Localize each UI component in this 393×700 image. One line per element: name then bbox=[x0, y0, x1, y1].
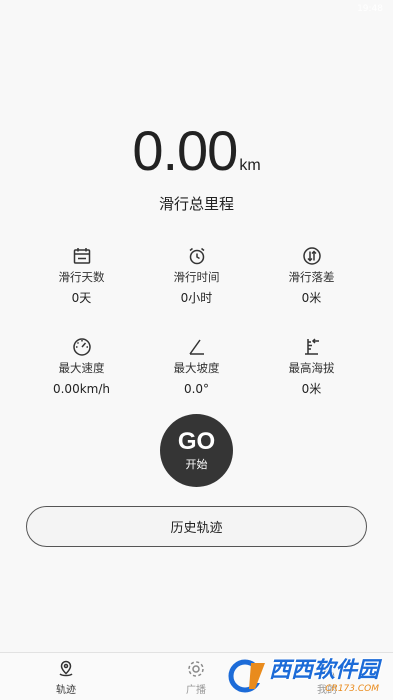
altitude-ruler-icon bbox=[302, 337, 322, 357]
nav-label: 轨迹 bbox=[56, 685, 76, 696]
stat-label: 最高海拔 bbox=[288, 361, 335, 375]
nav-label: 广播 bbox=[186, 685, 206, 696]
stat-value: 0.00km/h bbox=[52, 382, 110, 396]
go-label: GO bbox=[177, 428, 216, 455]
history-track-button[interactable]: 历史轨迹 bbox=[26, 506, 367, 547]
stat-value: 0.0° bbox=[183, 382, 210, 396]
stat-value: 0米 bbox=[301, 382, 322, 396]
nav-item-profile[interactable]: 我的 bbox=[292, 659, 362, 696]
distance-value: 0.00 bbox=[132, 119, 238, 182]
stat-value: 0米 bbox=[301, 291, 322, 305]
stat-value: 0天 bbox=[71, 291, 92, 305]
user-icon bbox=[317, 659, 337, 679]
stat-label: 最大速度 bbox=[58, 361, 105, 375]
stat-ski-days: 滑行天数 0天 bbox=[24, 246, 139, 307]
stat-label: 最大坡度 bbox=[173, 361, 220, 375]
stat-label: 滑行时间 bbox=[173, 270, 220, 284]
gear-icon bbox=[186, 659, 206, 679]
stat-max-speed: 最大速度 0.00km/h bbox=[24, 337, 139, 398]
speedometer-icon bbox=[72, 337, 92, 357]
calendar-icon bbox=[72, 246, 92, 266]
distance-display: 0.00 km bbox=[0, 118, 393, 183]
nav-item-broadcast[interactable]: 广播 bbox=[161, 659, 231, 696]
elevation-drop-icon bbox=[302, 246, 322, 266]
stat-label: 滑行天数 bbox=[58, 270, 105, 284]
stat-ski-time: 滑行时间 0小时 bbox=[139, 246, 254, 307]
track-location-icon bbox=[56, 659, 76, 679]
stat-elevation-drop: 滑行落差 0米 bbox=[254, 246, 369, 307]
distance-label: 滑行总里程 bbox=[158, 195, 234, 213]
status-time: 19:48 bbox=[357, 4, 383, 14]
alarm-clock-icon bbox=[187, 246, 207, 266]
stat-value: 0小时 bbox=[180, 291, 213, 305]
stat-label: 滑行落差 bbox=[288, 270, 335, 284]
slope-angle-icon bbox=[187, 337, 207, 357]
bottom-nav: 轨迹 广播 我的 bbox=[0, 652, 393, 700]
nav-item-track[interactable]: 轨迹 bbox=[31, 659, 101, 696]
nav-label: 我的 bbox=[317, 685, 337, 696]
stat-max-altitude: 最高海拔 0米 bbox=[254, 337, 369, 398]
stats-grid: 滑行天数 0天 滑行时间 0小时 滑行落差 0米 最大速度 0.00km/h 最… bbox=[24, 246, 369, 398]
go-sub-label: 开始 bbox=[185, 458, 208, 471]
distance-unit: km bbox=[239, 157, 261, 174]
go-start-button[interactable]: GO 开始 bbox=[160, 414, 233, 487]
stat-max-slope: 最大坡度 0.0° bbox=[139, 337, 254, 398]
